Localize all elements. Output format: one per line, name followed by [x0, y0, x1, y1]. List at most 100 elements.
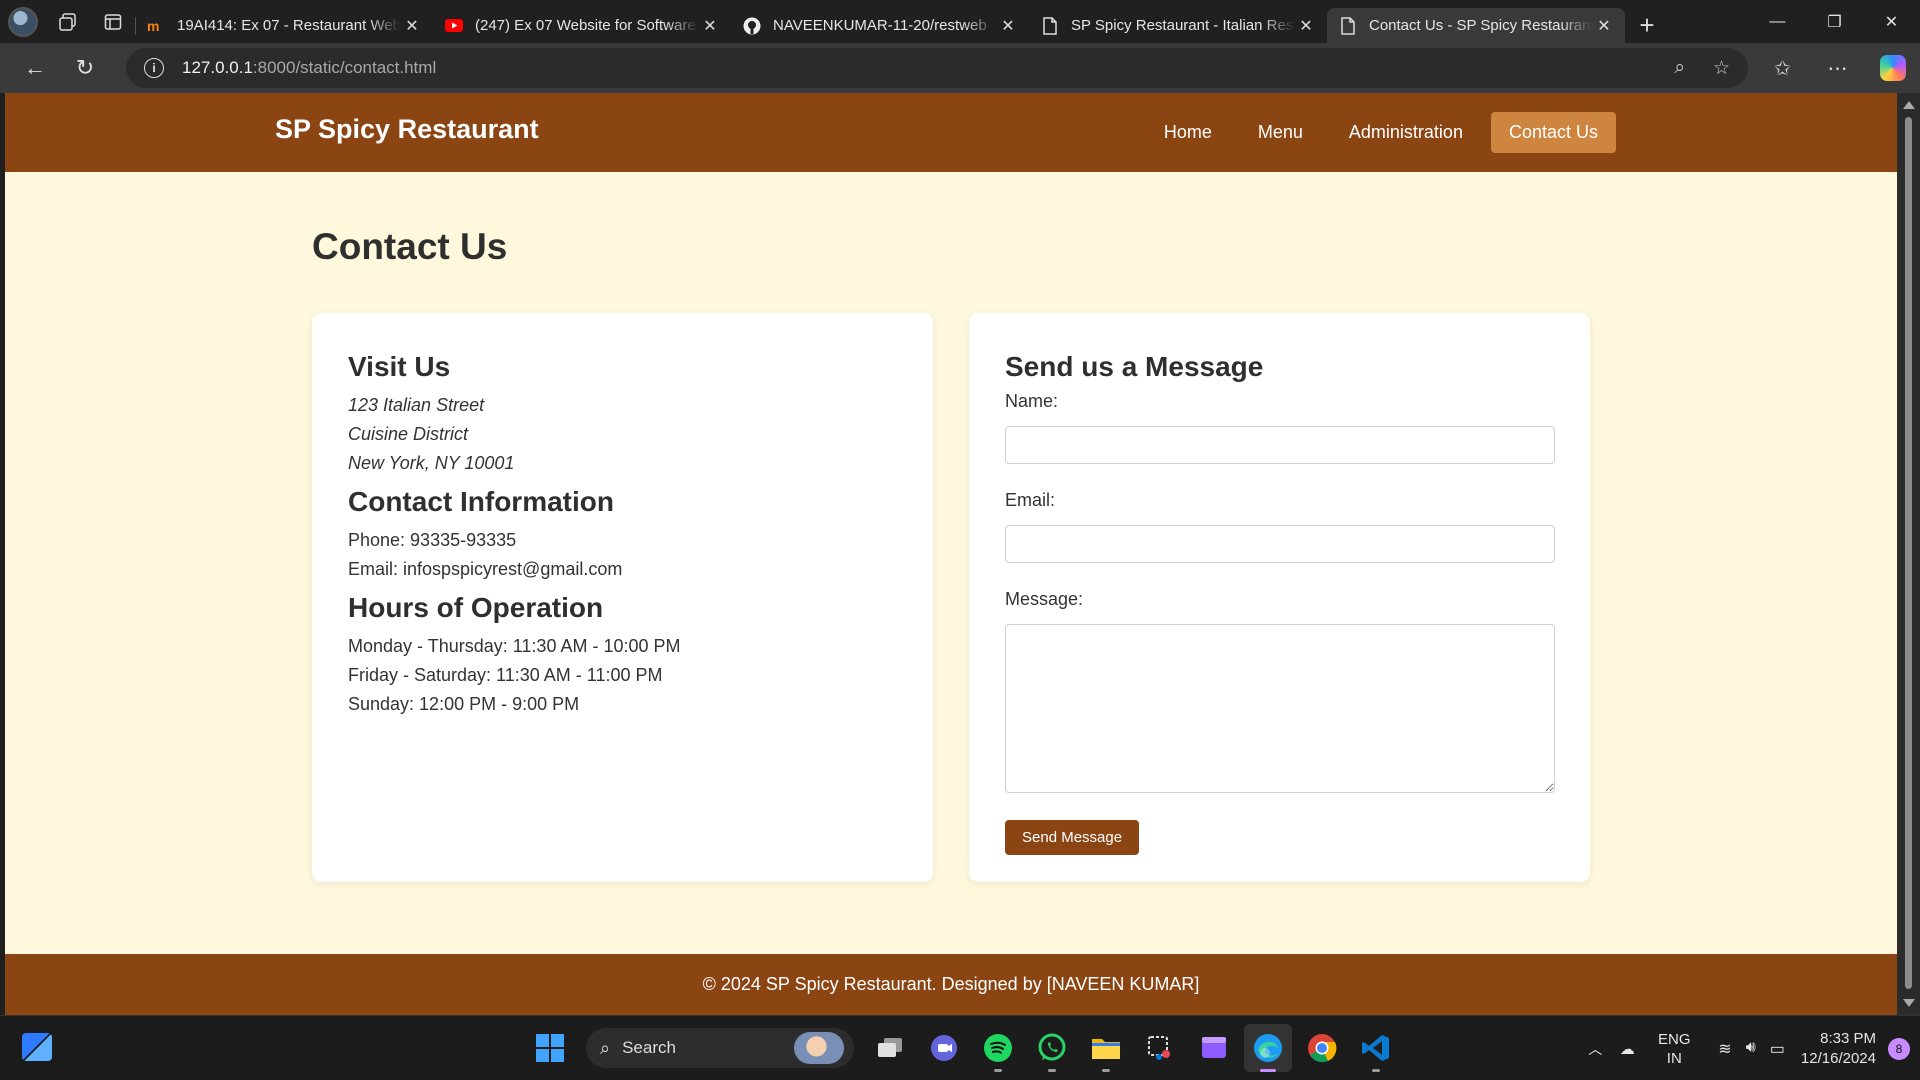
url-host: 127.0.0.1: [182, 58, 253, 77]
clipchamp-app[interactable]: [1190, 1024, 1238, 1072]
start-button[interactable]: [526, 1024, 574, 1072]
teams-app[interactable]: [920, 1024, 968, 1072]
copilot-button[interactable]: [1865, 55, 1920, 81]
email-text: Email: infospspicyrest@gmail.com: [348, 559, 623, 579]
tab-title: (247) Ex 07 Website for Software Company: [475, 17, 699, 34]
youtube-icon: [445, 17, 463, 35]
task-view-button[interactable]: [866, 1024, 914, 1072]
language-code: ENG: [1658, 1030, 1691, 1048]
task-view-icon: [878, 1038, 902, 1057]
site-brand[interactable]: SP Spicy Restaurant: [275, 114, 539, 145]
running-indicator: [1048, 1069, 1056, 1072]
message-label: Message:: [1005, 589, 1084, 609]
close-tab-icon[interactable]: ✕: [1593, 15, 1615, 37]
browser-tab-active[interactable]: Contact Us - SP Spicy Restaurant ✕: [1327, 8, 1625, 43]
nav-menu[interactable]: Menu: [1240, 112, 1321, 153]
close-tab-icon[interactable]: ✕: [1295, 15, 1317, 37]
browser-tab[interactable]: NAVEENKUMAR-11-20/restweb ✕: [731, 8, 1029, 43]
tab-separator: [135, 17, 136, 35]
close-tab-icon[interactable]: ✕: [401, 15, 423, 37]
address-bar[interactable]: i 127.0.0.1:8000/static/contact.html ⌕ ☆: [126, 48, 1748, 88]
close-tab-icon[interactable]: ✕: [997, 15, 1019, 37]
browser-tab[interactable]: (247) Ex 07 Website for Software Company…: [433, 8, 731, 43]
vertical-tabs-button[interactable]: [90, 0, 135, 43]
onedrive-icon[interactable]: ☁: [1610, 1040, 1644, 1058]
refresh-button[interactable]: ↻: [60, 43, 110, 93]
show-hidden-icons-button[interactable]: ︿: [1580, 1039, 1610, 1059]
hours-line: Friday - Saturday: 11:30 AM - 11:00 PM: [348, 665, 663, 685]
vscode-app[interactable]: [1352, 1024, 1400, 1072]
email-field[interactable]: [1005, 525, 1555, 563]
name-field[interactable]: [1005, 426, 1555, 464]
snipping-tool-app[interactable]: [1136, 1024, 1184, 1072]
new-tab-button[interactable]: +: [1625, 8, 1669, 43]
region-code: IN: [1666, 1049, 1682, 1067]
language-indicator[interactable]: ENG IN: [1644, 1030, 1704, 1068]
widgets-icon[interactable]: [22, 1033, 52, 1061]
spotify-icon: [984, 1034, 1012, 1062]
back-arrow-icon: ←: [24, 55, 46, 80]
hours-line: Sunday: 12:00 PM - 9:00 PM: [348, 694, 580, 714]
favorites-button[interactable]: ✩: [1755, 56, 1810, 81]
zoom-icon[interactable]: ⌕: [1674, 57, 1685, 80]
more-icon: ⋯: [1827, 57, 1848, 80]
nav-administration[interactable]: Administration: [1331, 112, 1481, 153]
whatsapp-app[interactable]: [1028, 1024, 1076, 1072]
chrome-app[interactable]: [1298, 1024, 1346, 1072]
email-label: Email:: [1005, 490, 1056, 510]
site-footer: © 2024 SP Spicy Restaurant. Designed by …: [5, 954, 1897, 1015]
nav-contact-us[interactable]: Contact Us: [1490, 112, 1616, 153]
battery-icon: ▭: [1769, 1040, 1785, 1058]
svg-text:m: m: [147, 19, 159, 33]
search-highlight-image: [794, 1032, 844, 1064]
clock[interactable]: 8:33 PM 12/16/2024: [1801, 1029, 1876, 1069]
hours-line: Monday - Thursday: 11:30 AM - 10:00 PM: [348, 636, 681, 656]
favorite-star-icon[interactable]: ☆: [1713, 57, 1730, 80]
site-nav: Home Menu Administration Contact Us: [1146, 112, 1616, 153]
site-info-icon[interactable]: i: [144, 58, 164, 78]
close-tab-icon[interactable]: ✕: [699, 15, 721, 37]
name-label: Name:: [1005, 391, 1059, 411]
refresh-icon: ↻: [75, 55, 95, 80]
contact-info-card: Visit Us 123 Italian Street Cuisine Dist…: [312, 313, 933, 882]
profile-button[interactable]: [0, 0, 45, 43]
notification-badge[interactable]: 8: [1888, 1037, 1910, 1060]
edge-app[interactable]: [1244, 1024, 1292, 1072]
workspaces-button[interactable]: [45, 0, 90, 43]
search-icon: ⌕: [600, 1037, 611, 1058]
folder-icon: [1092, 1039, 1120, 1059]
tab-title: 19AI414: Ex 07 - Restaurant Website: [177, 17, 401, 34]
tab-title: NAVEENKUMAR-11-20/restweb: [773, 17, 987, 34]
nav-home[interactable]: Home: [1146, 112, 1230, 153]
windows-taskbar: ⌕ Search ︿ ☁ ENG IN ≋ 🔊︎ ▭ 8:33 PM 12/16…: [0, 1015, 1920, 1080]
volume-icon: 🔊︎: [1745, 1038, 1756, 1056]
browser-tab[interactable]: SP Spicy Restaurant - Italian Restaurant…: [1029, 8, 1327, 43]
running-indicator: [994, 1069, 1002, 1072]
window-controls: — ❐ ✕: [1749, 0, 1920, 43]
favorites-icon: ✩: [1774, 57, 1791, 80]
restore-button[interactable]: ❐: [1806, 0, 1863, 43]
settings-menu-button[interactable]: ⋯: [1810, 56, 1865, 81]
address-line: New York, NY 10001: [348, 453, 515, 473]
quick-settings[interactable]: ≋ 🔊︎ ▭: [1718, 1039, 1785, 1059]
browser-tab[interactable]: m 19AI414: Ex 07 - Restaurant Website ✕: [135, 8, 433, 43]
running-indicator: [1102, 1069, 1110, 1072]
chrome-icon: [1308, 1034, 1337, 1063]
browser-toolbar: ← ↻ i 127.0.0.1:8000/static/contact.html…: [0, 43, 1920, 93]
hours-heading: Hours of Operation: [348, 592, 604, 623]
send-message-button[interactable]: Send Message: [1005, 820, 1140, 855]
page-scrollbar[interactable]: [1897, 93, 1920, 1015]
file-explorer-app[interactable]: [1082, 1024, 1130, 1072]
message-field[interactable]: [1005, 624, 1555, 793]
taskbar-search[interactable]: ⌕ Search: [586, 1028, 854, 1068]
scroll-up-icon[interactable]: [1903, 101, 1915, 109]
spotify-app[interactable]: [974, 1024, 1022, 1072]
scrollbar-thumb[interactable]: [1905, 117, 1912, 989]
moodle-icon: m: [147, 17, 165, 35]
back-button[interactable]: ←: [10, 43, 60, 93]
page-viewport: SP Spicy Restaurant Home Menu Administra…: [5, 93, 1897, 1015]
minimize-button[interactable]: —: [1749, 0, 1806, 43]
url-path: :8000/static/contact.html: [252, 58, 437, 77]
scroll-down-icon[interactable]: [1903, 999, 1915, 1007]
close-window-button[interactable]: ✕: [1863, 0, 1920, 43]
